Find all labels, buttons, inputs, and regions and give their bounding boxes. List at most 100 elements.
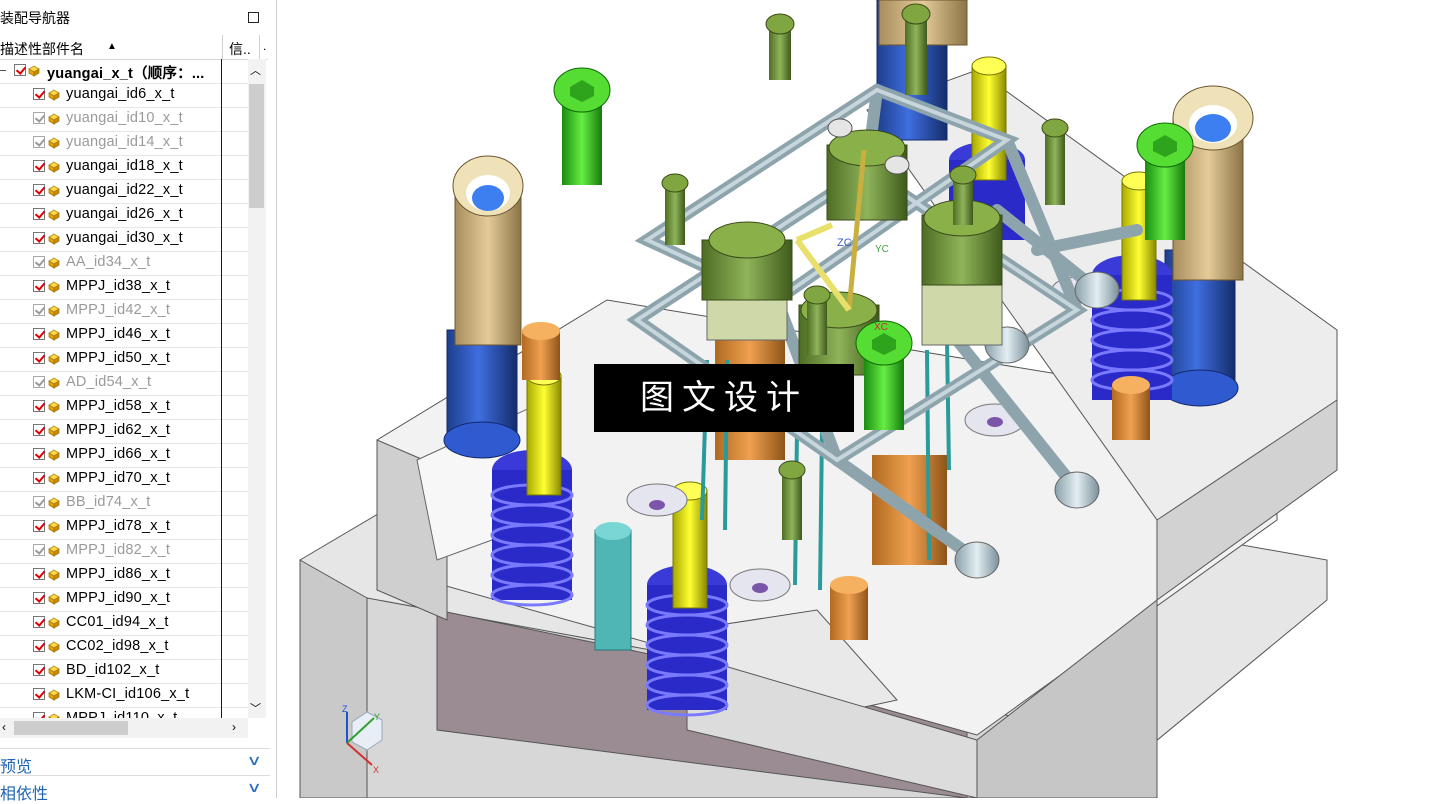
checkbox[interactable] — [33, 208, 45, 220]
tree-row[interactable]: MPPJ_id42_x_t — [0, 299, 248, 324]
tree-row[interactable]: AD_id54_x_t — [0, 371, 248, 396]
graphics-viewport[interactable]: ZC YC XC Z Y X — [277, 0, 1449, 798]
checkbox[interactable] — [33, 496, 45, 508]
tree-row-label: MPPJ_id90_x_t — [66, 590, 171, 606]
tree-row[interactable]: BB_id74_x_t — [0, 491, 248, 516]
checkbox[interactable] — [33, 112, 45, 124]
part-icon — [48, 136, 60, 149]
tree-row-label: MPPJ_id38_x_t — [66, 278, 171, 294]
tree-row[interactable]: AA_id34_x_t — [0, 251, 248, 276]
scroll-right-icon[interactable]: › — [232, 720, 236, 734]
part-icon — [48, 664, 60, 677]
tree-row[interactable]: yuangai_id26_x_t — [0, 203, 248, 228]
tree-root-row[interactable]: yuangai_x_t（顺序：... — [0, 59, 248, 84]
tree-row[interactable]: MPPJ_id110_x_t — [0, 707, 248, 718]
tree-row[interactable]: MPPJ_id50_x_t — [0, 347, 248, 372]
column-name-header[interactable]: 描述性部件名 — [0, 39, 84, 59]
vertical-scroll-thumb[interactable] — [249, 84, 264, 208]
zc-label: ZC — [837, 237, 852, 249]
tree-row[interactable]: yuangai_id22_x_t — [0, 179, 248, 204]
chevron-down-icon[interactable]: ∨ — [246, 779, 261, 796]
tree-row[interactable]: MPPJ_id90_x_t — [0, 587, 248, 612]
column-header: 描述性部件名 ▲ 信.. . — [0, 35, 268, 60]
tree-row[interactable]: yuangai_id14_x_t — [0, 131, 248, 156]
part-tree: yuangai_x_t（顺序：... yuangai_id6_x_t yuangai… — [0, 59, 248, 718]
checkbox[interactable] — [33, 400, 45, 412]
tree-row[interactable]: LKM-CI_id106_x_t — [0, 683, 248, 708]
checkbox[interactable] — [33, 184, 45, 196]
checkbox[interactable] — [33, 664, 45, 676]
checkbox[interactable] — [33, 592, 45, 604]
tree-row[interactable]: CC02_id98_x_t — [0, 635, 248, 660]
triad-y-label: Y — [374, 712, 380, 722]
column-info-header[interactable]: 信.. — [229, 39, 251, 59]
scroll-down-icon[interactable]: ﹀ — [250, 700, 261, 716]
checkbox[interactable] — [33, 304, 45, 316]
checkbox[interactable] — [33, 352, 45, 364]
checkbox[interactable] — [33, 136, 45, 148]
checkbox[interactable] — [14, 64, 26, 76]
tree-row[interactable]: MPPJ_id38_x_t — [0, 275, 248, 300]
tree-row[interactable]: BD_id102_x_t — [0, 659, 248, 684]
tree-row-label: CC01_id94_x_t — [66, 614, 169, 630]
checkbox[interactable] — [33, 280, 45, 292]
yc-label: YC — [875, 244, 889, 255]
checkbox[interactable] — [33, 568, 45, 580]
tree-row-label: LKM-CI_id106_x_t — [66, 686, 190, 702]
column-divider[interactable] — [259, 35, 260, 59]
checkbox[interactable] — [33, 88, 45, 100]
checkbox[interactable] — [33, 688, 45, 700]
checkbox[interactable] — [33, 616, 45, 628]
tree-row[interactable]: yuangai_id30_x_t — [0, 227, 248, 252]
tree-row-label: yuangai_id30_x_t — [66, 230, 183, 246]
tree-row[interactable]: MPPJ_id46_x_t — [0, 323, 248, 348]
mold-assembly-model[interactable]: ZC YC XC Z Y X — [277, 0, 1449, 798]
navigator-title: 装配导航器 — [0, 10, 70, 26]
tree-row-label: MPPJ_id42_x_t — [66, 302, 171, 318]
scroll-up-icon[interactable]: ︿ — [250, 62, 261, 78]
checkbox[interactable] — [33, 256, 45, 268]
scroll-left-icon[interactable]: ‹ — [2, 720, 6, 734]
chevron-down-icon[interactable]: ∨ — [246, 752, 261, 769]
assembly-navigator: 装配导航器 描述性部件名 ▲ 信.. . yuangai_x_t（顺序：... y… — [0, 0, 277, 803]
tree-row[interactable]: MPPJ_id86_x_t — [0, 563, 248, 588]
tree-row-label: AD_id54_x_t — [66, 374, 152, 390]
column-divider[interactable] — [222, 35, 223, 59]
checkbox[interactable] — [33, 376, 45, 388]
tree-row[interactable]: CC01_id94_x_t — [0, 611, 248, 636]
tree-row[interactable]: MPPJ_id82_x_t — [0, 539, 248, 564]
checkbox[interactable] — [33, 160, 45, 172]
tree-row[interactable]: MPPJ_id58_x_t — [0, 395, 248, 420]
tree-row-label: MPPJ_id110_x_t — [66, 710, 178, 718]
checkbox[interactable] — [33, 520, 45, 532]
tree-row-label: MPPJ_id58_x_t — [66, 398, 171, 414]
checkbox[interactable] — [33, 472, 45, 484]
checkbox[interactable] — [33, 448, 45, 460]
horizontal-scroll-thumb[interactable] — [14, 721, 128, 735]
part-icon — [48, 112, 60, 125]
checkbox[interactable] — [33, 232, 45, 244]
collapse-icon[interactable] — [0, 70, 6, 71]
preview-panel[interactable]: 预览 ∨ — [0, 748, 270, 776]
tree-row-label: yuangai_id14_x_t — [66, 134, 183, 150]
tree-row[interactable]: yuangai_id10_x_t — [0, 107, 248, 132]
tree-row-label: BB_id74_x_t — [66, 494, 151, 510]
column-more-header[interactable]: . — [263, 39, 266, 53]
part-icon — [48, 376, 60, 389]
tree-row[interactable]: MPPJ_id62_x_t — [0, 419, 248, 444]
checkbox[interactable] — [33, 544, 45, 556]
maximize-icon[interactable] — [248, 12, 259, 23]
column-line — [221, 59, 222, 718]
checkbox[interactable] — [33, 640, 45, 652]
tree-row[interactable]: MPPJ_id78_x_t — [0, 515, 248, 540]
part-icon — [48, 232, 60, 245]
tree-row[interactable]: yuangai_id6_x_t — [0, 83, 248, 108]
sort-ascending-icon: ▲ — [107, 41, 117, 52]
part-icon — [48, 208, 60, 221]
tree-row[interactable]: MPPJ_id70_x_t — [0, 467, 248, 492]
checkbox[interactable] — [33, 424, 45, 436]
tree-row[interactable]: yuangai_id18_x_t — [0, 155, 248, 180]
tree-row[interactable]: MPPJ_id66_x_t — [0, 443, 248, 468]
checkbox[interactable] — [33, 328, 45, 340]
tree-row-label: MPPJ_id82_x_t — [66, 542, 171, 558]
